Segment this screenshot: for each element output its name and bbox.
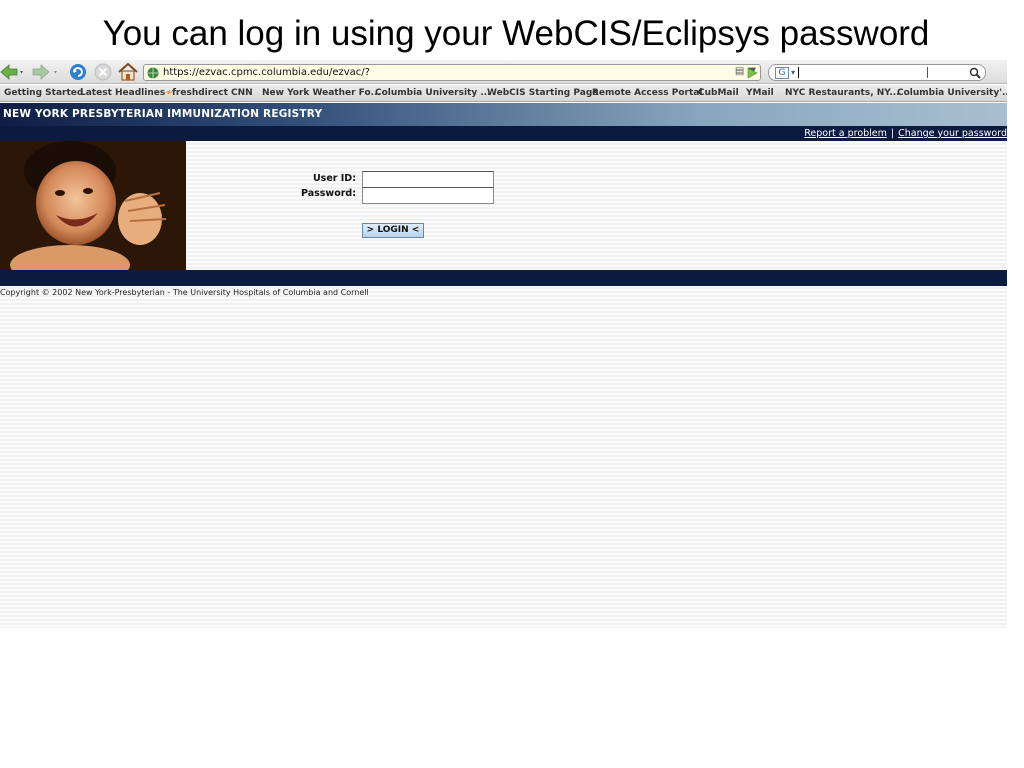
change-password-link[interactable]: Change your password [898, 128, 1007, 139]
stop-icon[interactable] [93, 63, 113, 81]
bookmark-nyc-restaurants[interactable]: NYC Restaurants, NY... [785, 88, 900, 98]
navigation-toolbar: https://ezvac.cpmc.columbia.edu/ezvac/? … [0, 60, 1007, 84]
home-icon[interactable] [117, 63, 139, 81]
site-globe-icon [147, 67, 159, 78]
text-cursor [798, 67, 800, 78]
bookmark-remote-access[interactable]: Remote Access Portal [592, 88, 702, 98]
bookmark-ny-weather[interactable]: New York Weather Fo... [262, 88, 381, 98]
bookmark-columbia-universitys[interactable]: Columbia University'... [897, 88, 1007, 98]
bookmark-webcis[interactable]: WebCIS Starting Page [487, 88, 598, 98]
slide-title: You can log in using your WebCIS/Eclipsy… [102, 14, 930, 53]
url-text: https://ezvac.cpmc.columbia.edu/ezvac/? [163, 67, 370, 78]
baby-photo [0, 141, 186, 270]
link-separator: | [890, 128, 895, 139]
bookmark-ymail[interactable]: YMail [746, 88, 774, 98]
magnifier-icon[interactable] [969, 67, 981, 79]
password-field[interactable] [362, 187, 494, 204]
engine-dropdown-icon[interactable]: ▾ [791, 68, 795, 77]
bookmark-label: Latest Headlines [80, 88, 166, 98]
google-icon[interactable]: G [775, 66, 789, 79]
login-form: User ID: Password: > LOGIN < [186, 141, 1007, 270]
go-icon[interactable] [745, 64, 759, 82]
password-label: Password: [300, 188, 356, 199]
links-bar: Report a problem | Change your password [0, 126, 1007, 141]
userid-field[interactable] [362, 171, 494, 188]
bookmark-getting-started[interactable]: Getting Started [4, 88, 83, 98]
bookmarks-bar: Getting Started Latest Headlines≁ freshd… [0, 85, 1007, 102]
bookmark-columbia-university[interactable]: Columbia University ... [375, 88, 491, 98]
reload-icon[interactable] [68, 63, 88, 81]
search-input[interactable]: G ▾ [768, 64, 986, 81]
page-content: NEW YORK PRESBYTERIAN IMMUNIZATION REGIS… [0, 103, 1007, 628]
lock-icon[interactable]: ▤ [735, 66, 744, 77]
bookmark-cnn[interactable]: CNN [231, 88, 253, 98]
login-button[interactable]: > LOGIN < [362, 223, 424, 238]
bookmark-freshdirect[interactable]: freshdirect [172, 88, 228, 98]
copyright-text: Copyright © 2002 New York-Presbyterian -… [0, 288, 369, 297]
bookmark-cubmail[interactable]: CubMail [698, 88, 739, 98]
url-bar[interactable]: https://ezvac.cpmc.columbia.edu/ezvac/? … [143, 64, 761, 81]
footer-bar [0, 270, 1007, 286]
forward-icon[interactable] [32, 63, 60, 81]
search-divider [927, 67, 928, 78]
report-problem-link[interactable]: Report a problem [804, 128, 887, 139]
back-icon[interactable] [0, 63, 26, 81]
bookmark-latest-headlines[interactable]: Latest Headlines≁ [80, 88, 173, 98]
userid-label: User ID: [312, 173, 356, 184]
browser-window: https://ezvac.cpmc.columbia.edu/ezvac/? … [0, 60, 1007, 628]
registry-banner: NEW YORK PRESBYTERIAN IMMUNIZATION REGIS… [0, 103, 1007, 126]
